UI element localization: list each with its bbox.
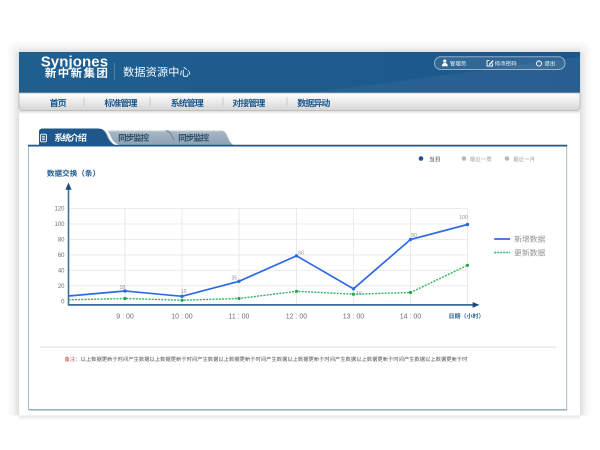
svg-text:13 : 00: 13 : 00 — [343, 314, 365, 321]
svg-text:80: 80 — [58, 238, 65, 244]
svg-text:40: 40 — [58, 268, 65, 274]
svg-text:11 : 00: 11 : 00 — [229, 314, 250, 321]
svg-text:9 : 00: 9 : 00 — [116, 314, 134, 321]
svg-text:60: 60 — [58, 253, 65, 259]
svg-text:35: 35 — [232, 275, 238, 281]
svg-text:80: 80 — [411, 233, 417, 239]
svg-text:18: 18 — [120, 285, 126, 291]
svg-text:10: 10 — [356, 291, 362, 297]
svg-text:60: 60 — [298, 250, 304, 256]
svg-text:14 : 00: 14 : 00 — [400, 314, 422, 321]
svg-text:100: 100 — [54, 222, 65, 228]
svg-text:10 : 00: 10 : 00 — [171, 314, 193, 321]
svg-text:10: 10 — [181, 289, 187, 295]
svg-text:120: 120 — [54, 207, 65, 213]
svg-text:100: 100 — [459, 215, 468, 221]
svg-text:20: 20 — [58, 284, 65, 290]
svg-text:12 : 00: 12 : 00 — [286, 314, 308, 321]
